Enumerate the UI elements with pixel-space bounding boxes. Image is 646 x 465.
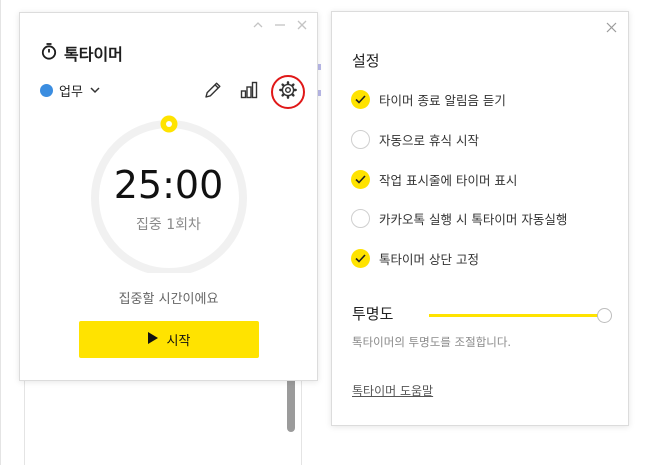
stopwatch-icon xyxy=(40,42,58,64)
gear-icon xyxy=(278,80,298,104)
settings-panel: 설정 타이머 종료 알림음 듣기 자동으로 휴식 시작 작업 표시줄에 타이머 … xyxy=(331,11,629,426)
check-icon[interactable] xyxy=(351,170,370,189)
close-icon[interactable] xyxy=(295,18,309,32)
session-label: 집중 1회차 xyxy=(136,217,201,233)
minimize-icon[interactable] xyxy=(273,18,287,32)
background-list-border xyxy=(301,381,302,465)
opacity-slider-track[interactable] xyxy=(429,314,603,317)
opacity-description: 톡타이머의 투명도를 조절합니다. xyxy=(352,335,512,349)
timer-toolbar xyxy=(199,75,305,109)
unchecked-circle-icon[interactable] xyxy=(351,130,370,149)
background-decoration xyxy=(318,90,321,96)
background-list-border xyxy=(24,381,25,465)
app-title: 톡타이머 xyxy=(64,45,123,64)
check-icon[interactable] xyxy=(351,249,370,268)
option-label: 카카오톡 실행 시 톡타이머 자동실행 xyxy=(379,212,568,227)
stats-button[interactable] xyxy=(235,78,263,106)
option-label: 자동으로 휴식 시작 xyxy=(379,133,479,148)
option-label: 톡타이머 상단 고정 xyxy=(379,252,479,267)
option-label: 작업 표시줄에 타이머 표시 xyxy=(379,173,518,188)
help-link[interactable]: 톡타이머 도움말 xyxy=(352,382,433,399)
option-taskbar-timer[interactable]: 작업 표시줄에 타이머 표시 xyxy=(351,170,517,189)
settings-button[interactable] xyxy=(271,75,305,109)
background-decoration xyxy=(318,64,321,70)
bar-chart-icon xyxy=(239,80,259,104)
chevron-down-icon xyxy=(89,81,101,100)
option-always-on-top[interactable]: 톡타이머 상단 고정 xyxy=(351,249,479,268)
focus-hint: 집중할 시간이에요 xyxy=(118,292,219,307)
background-window-edge xyxy=(0,0,1,465)
category-color-dot xyxy=(40,84,53,97)
category-label: 업무 xyxy=(59,85,83,100)
option-end-sound[interactable]: 타이머 종료 알림음 듣기 xyxy=(351,90,506,109)
opacity-slider-handle[interactable] xyxy=(597,308,612,323)
close-icon[interactable] xyxy=(604,20,618,34)
time-display: 25:00 xyxy=(113,163,224,207)
start-label: 시작 xyxy=(166,334,191,349)
option-label: 타이머 종료 알림음 듣기 xyxy=(379,93,506,108)
window-controls xyxy=(251,18,309,32)
edit-button[interactable] xyxy=(199,78,227,106)
check-icon[interactable] xyxy=(351,90,370,109)
pencil-icon xyxy=(203,80,223,104)
settings-title: 설정 xyxy=(352,52,380,70)
option-auto-launch[interactable]: 카카오톡 실행 시 톡타이머 자동실행 xyxy=(351,209,567,228)
timer-header: 톡타이머 xyxy=(40,41,123,65)
minimize-up-icon[interactable] xyxy=(251,18,265,32)
opacity-title: 투명도 xyxy=(352,305,394,323)
start-button[interactable]: 시작 xyxy=(79,321,259,358)
category-selector[interactable]: 업무 xyxy=(40,81,101,100)
option-auto-break[interactable]: 자동으로 휴식 시작 xyxy=(351,130,479,149)
unchecked-circle-icon[interactable] xyxy=(351,209,370,228)
timer-window: 톡타이머 업무 25:00 집중 1회차 집중할 시간이에요 시작 xyxy=(19,12,318,381)
play-icon xyxy=(147,331,158,348)
